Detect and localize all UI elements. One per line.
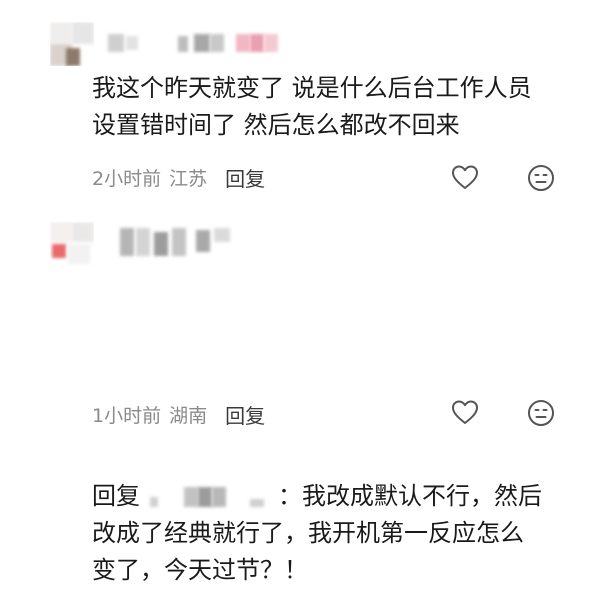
comment-text-line: 回复 ：我改成默认不行，然后 (92, 478, 582, 515)
heart-outline-icon[interactable] (450, 398, 480, 428)
comment-text-line: 我这个昨天就变了 说是什么后台工作人员 (92, 74, 532, 102)
comment-text-line: 设置错时间了 然后怎么都改不回来 (92, 111, 460, 139)
reply-button[interactable]: 回复 (225, 400, 265, 429)
location: 江苏 (169, 168, 208, 190)
avatar[interactable] (50, 22, 94, 66)
emoji-icon[interactable] (526, 163, 556, 193)
comment-text-line: 改成了经典就行了，我开机第一反应怎么 (92, 519, 524, 547)
mention-username-blurred[interactable] (140, 485, 278, 509)
emoji-icon[interactable] (526, 398, 556, 428)
comment-text: 回复 ：我改成默认不行，然后 改成了经典就行了，我开机第一反应怎么 变了，今天过节… (92, 478, 582, 589)
comment-text-line: 变了，今天过节？！ (92, 556, 308, 584)
timestamp: 2小时前 (92, 168, 162, 190)
comment-text-line: 我改成默认不行，然后 (302, 482, 542, 510)
comment-meta: 2小时前 江苏 回复 (92, 163, 265, 192)
comment-item: 回复 ：我改成默认不行，然后 改成了经典就行了，我开机第一反应怎么 变了，今天过节… (0, 212, 600, 584)
comment-item: 我这个昨天就变了 说是什么后台工作人员 设置错时间了 然后怎么都改不回来 2小时… (0, 0, 600, 212)
location: 湖南 (169, 405, 208, 427)
reply-button[interactable]: 回复 (225, 163, 265, 192)
separator: ： (278, 482, 302, 510)
comment-meta: 1小时前 湖南 回复 (92, 400, 265, 429)
username-blurred[interactable] (108, 32, 278, 56)
comment-text: 我这个昨天就变了 说是什么后台工作人员 设置错时间了 然后怎么都改不回来 (92, 70, 582, 144)
reply-prefix: 回复 (92, 482, 140, 510)
username-blurred[interactable] (120, 226, 240, 260)
heart-outline-icon[interactable] (450, 163, 480, 193)
timestamp: 1小时前 (92, 405, 162, 427)
avatar[interactable] (50, 222, 94, 266)
